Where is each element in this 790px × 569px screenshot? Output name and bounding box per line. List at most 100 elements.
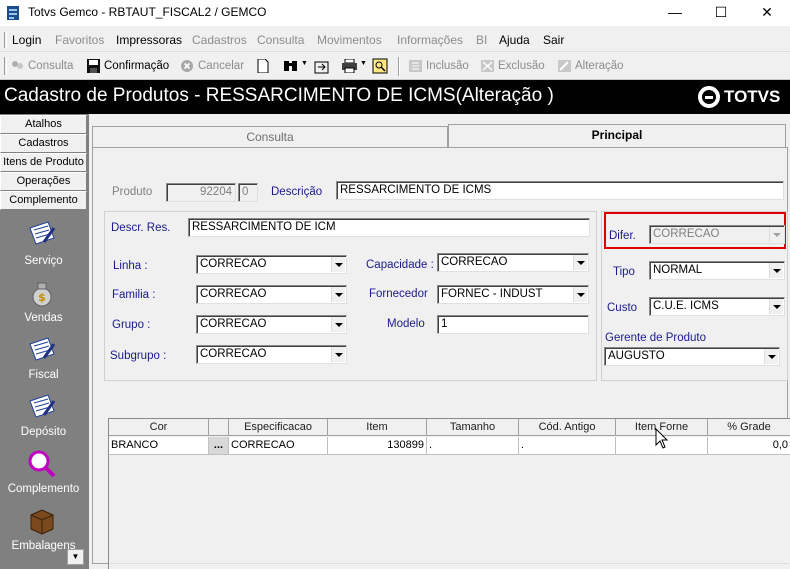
printer-dropdown-icon[interactable]: ▼ (360, 60, 367, 67)
exclusao-button[interactable]: Exclusão (480, 59, 545, 73)
servico-icon[interactable] (26, 218, 58, 250)
inclusao-button[interactable]: Inclusão (408, 59, 469, 73)
menu-consulta[interactable]: Consulta (257, 33, 304, 47)
nav-item-complemento[interactable]: Complemento (0, 483, 87, 495)
grid-header-especificacao[interactable]: Especificacao (229, 419, 328, 436)
inclusao-label: Inclusão (426, 60, 469, 72)
chevron-down-icon[interactable] (331, 257, 345, 272)
page-title: Cadastro de Produtos - RESSARCIMENTO DE … (4, 85, 554, 106)
grid-header-cor[interactable]: Cor (109, 419, 209, 436)
nav-item-servico[interactable]: Serviço (0, 255, 87, 267)
menu-login[interactable]: Login (12, 33, 41, 47)
grid-horizontal-scrollbar[interactable] (110, 563, 789, 569)
produto-code-field[interactable]: 92204 (166, 183, 236, 202)
chevron-down-icon[interactable] (331, 287, 345, 302)
help-search-icon[interactable] (372, 58, 388, 74)
menu-bi[interactable]: BI (476, 33, 487, 47)
mouse-cursor-icon (655, 428, 669, 449)
totvs-logo-text: TOTVS (724, 87, 781, 106)
minimize-button[interactable]: — (652, 0, 698, 26)
export-icon[interactable] (314, 59, 330, 74)
alteracao-button[interactable]: Alteração (557, 59, 624, 73)
difer-select[interactable]: CORRECAO (649, 225, 785, 244)
menu-ajuda[interactable]: Ajuda (499, 33, 530, 47)
page-header: Cadastro de Produtos - RESSARCIMENTO DE … (0, 80, 790, 114)
linha-select[interactable]: CORRECAO (196, 255, 347, 274)
modelo-field[interactable]: 1 (437, 315, 589, 334)
capacidade-select[interactable]: CORRECAO (437, 253, 589, 272)
nav-cadastros[interactable]: Cadastros (0, 134, 87, 153)
scroll-left-icon[interactable] (110, 565, 125, 569)
menu-sair[interactable]: Sair (543, 33, 564, 47)
menu-cadastros[interactable]: Cadastros (192, 33, 247, 47)
binoculars-dropdown-icon[interactable]: ▼ (301, 60, 308, 67)
fiscal-icon[interactable] (26, 334, 58, 366)
new-document-icon[interactable] (257, 59, 269, 73)
gerente-select[interactable]: AUGUSTO (604, 347, 780, 366)
fornecedor-value: FORNEC - INDUST (441, 288, 543, 300)
menu-grip (4, 32, 7, 48)
descr-res-field[interactable]: RESSARCIMENTO DE ICM (188, 218, 590, 237)
produto-digit-field[interactable]: 0 (238, 183, 258, 202)
chevron-down-icon[interactable] (331, 347, 345, 362)
grid-cell-especificacao[interactable]: CORRECAO (229, 437, 328, 455)
nav-itens-de-produto[interactable]: Itens de Produto (0, 153, 87, 172)
left-navigation: Atalhos Cadastros Itens de Produto Opera… (0, 114, 89, 569)
tipo-select[interactable]: NORMAL (649, 261, 785, 280)
custo-select[interactable]: C.U.E. ICMS (649, 297, 785, 316)
printer-icon[interactable] (341, 59, 358, 73)
binoculars-icon[interactable] (283, 59, 299, 73)
tab-principal[interactable]: Principal (448, 124, 786, 149)
grid-header-tamanho[interactable]: Tamanho (427, 419, 519, 436)
nav-item-vendas[interactable]: Vendas (0, 312, 87, 324)
grid-cell-cod-antigo[interactable]: . (519, 437, 616, 455)
window-title: Totvs Gemco - RBTAUT_FISCAL2 / GEMCO (28, 5, 267, 19)
nav-item-fiscal[interactable]: Fiscal (0, 369, 87, 381)
familia-select[interactable]: CORRECAO (196, 285, 347, 304)
cancel-icon (181, 60, 193, 72)
box-icon[interactable] (26, 505, 58, 537)
tipo-label: Tipo (613, 266, 635, 278)
deposito-icon[interactable] (26, 391, 58, 423)
cancelar-button[interactable]: Cancelar (180, 59, 244, 73)
menu-favoritos[interactable]: Favoritos (55, 33, 104, 47)
chevron-down-icon[interactable] (764, 349, 778, 364)
modelo-label: Modelo (387, 318, 425, 330)
consulta-button[interactable]: Consulta (10, 59, 73, 73)
chevron-down-icon[interactable] (331, 317, 345, 332)
grid-header-cod-antigo[interactable]: Cód. Antigo (519, 419, 616, 436)
grid-header-item[interactable]: Item (328, 419, 427, 436)
nav-complemento[interactable]: Complemento (0, 191, 87, 210)
chevron-down-icon[interactable] (573, 287, 587, 302)
grid-cell-item[interactable]: 130899 (328, 437, 427, 455)
grid-cell-cor[interactable]: BRANCO (109, 437, 209, 455)
grupo-select[interactable]: CORRECAO (196, 315, 347, 334)
nav-operacoes[interactable]: Operações (0, 172, 87, 191)
grid-cell-grade[interactable]: 0,0 (708, 437, 790, 455)
descricao-field[interactable]: RESSARCIMENTO DE ICMS (336, 181, 784, 200)
close-button[interactable]: ✕ (744, 0, 790, 26)
grid-cell-tamanho[interactable]: . (427, 437, 519, 455)
maximize-button[interactable]: ☐ (698, 0, 744, 26)
menu-impressoras[interactable]: Impressoras (116, 33, 182, 47)
chevron-down-icon[interactable] (769, 263, 783, 278)
subgrupo-select[interactable]: CORRECAO (196, 345, 347, 364)
menu-movimentos[interactable]: Movimentos (317, 33, 382, 47)
fornecedor-select[interactable]: FORNEC - INDUST (437, 285, 589, 304)
magnifier-icon[interactable] (26, 448, 58, 480)
confirmacao-button[interactable]: Confirmação (86, 59, 169, 73)
custo-label: Custo (607, 302, 638, 314)
grid-cell-lookup-button[interactable]: ... (209, 437, 229, 455)
chevron-down-icon[interactable] (573, 255, 587, 270)
menu-informacoes[interactable]: Informações (397, 33, 463, 47)
nav-atalhos[interactable]: Atalhos (0, 115, 87, 134)
nav-scroll-down-button[interactable]: ▼ (67, 549, 84, 565)
money-bag-icon[interactable]: $ (26, 277, 58, 309)
scroll-right-icon[interactable] (774, 565, 789, 569)
grid-header-grade[interactable]: % Grade (708, 419, 790, 436)
tab-consulta[interactable]: Consulta (92, 126, 448, 148)
grid-header-blank[interactable] (209, 419, 229, 436)
nav-item-deposito[interactable]: Depósito (0, 426, 87, 438)
chevron-down-icon[interactable] (769, 299, 783, 314)
chevron-down-icon[interactable] (769, 227, 783, 242)
